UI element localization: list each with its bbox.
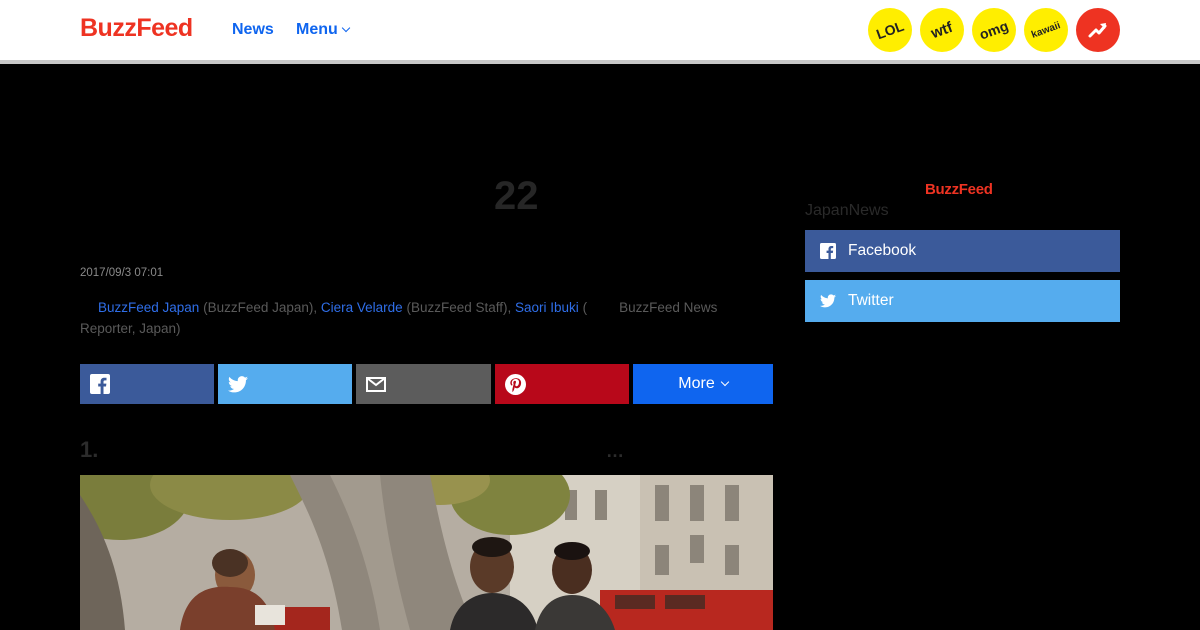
badge-kawaii-label: kawaii [1030,19,1062,41]
author-link-ciera-velarde[interactable]: Ciera Velarde [321,300,403,315]
author-role-open: ( [578,300,588,315]
buzzfeed-logo[interactable]: BuzzFeed [80,14,193,43]
sidebar-twitter-button[interactable]: Twitter [805,280,1120,322]
badge-omg[interactable]: omg [972,8,1016,52]
share-more-button[interactable]: More [633,364,773,404]
sidebar-buzzfeed-logo: BuzzFeed [925,181,993,198]
list-item-ellipsis: … [606,441,624,461]
mail-icon [366,376,386,392]
chevron-down-icon [720,377,729,387]
header-divider [0,60,1200,64]
byline: BuzzFeed Japan (BuzzFeed Japan), Ciera V… [80,297,776,339]
nav-menu-label: Menu [296,21,338,38]
chevron-down-icon [341,23,351,33]
facebook-icon [819,242,837,260]
badge-lol[interactable]: LOL [868,8,912,52]
twitter-icon [819,292,837,310]
trending-button[interactable] [1076,8,1120,52]
badge-wtf-label: wtf [928,18,956,42]
twitter-icon [228,375,248,392]
facebook-icon [90,374,110,394]
badge-kawaii[interactable]: kawaii [1024,8,1068,52]
sidebar-facebook-label: Facebook [848,242,917,259]
share-email-button[interactable] [356,364,491,404]
share-pinterest-button[interactable] [495,364,629,404]
publish-date: 2017/09/3 07:01 [80,267,164,279]
share-facebook-button[interactable] [80,364,214,404]
author-role: (BuzzFeed Staff), [402,300,516,315]
sidebar-twitter-label: Twitter [848,292,894,309]
trending-arrow-icon [1088,23,1107,38]
badge-wtf[interactable]: wtf [920,8,964,52]
sidebar-facebook-button[interactable]: Facebook [805,230,1120,272]
nav-menu-button[interactable]: Menu [296,21,351,39]
badge-lol-label: LOL [874,17,906,43]
headline-number: 22 [494,174,539,218]
article-photo [80,475,773,630]
pinterest-icon [505,373,526,395]
list-item-number: 1. [80,437,99,462]
site-header: BuzzFeed News Menu LOL wtf omg kawaii [0,0,1200,60]
badge-omg-label: omg [977,17,1011,43]
share-twitter-button[interactable] [218,364,352,404]
photo-illustration [80,475,773,630]
share-more-label: More [678,375,715,392]
nav-news-link[interactable]: News [232,21,274,39]
sidebar-label: JapanNews [805,202,889,219]
author-role: (BuzzFeed Japan), [199,300,321,315]
author-link-saori-ibuki[interactable]: Saori Ibuki [515,300,579,315]
author-link-buzzfeed-japan[interactable]: BuzzFeed Japan [98,300,199,315]
